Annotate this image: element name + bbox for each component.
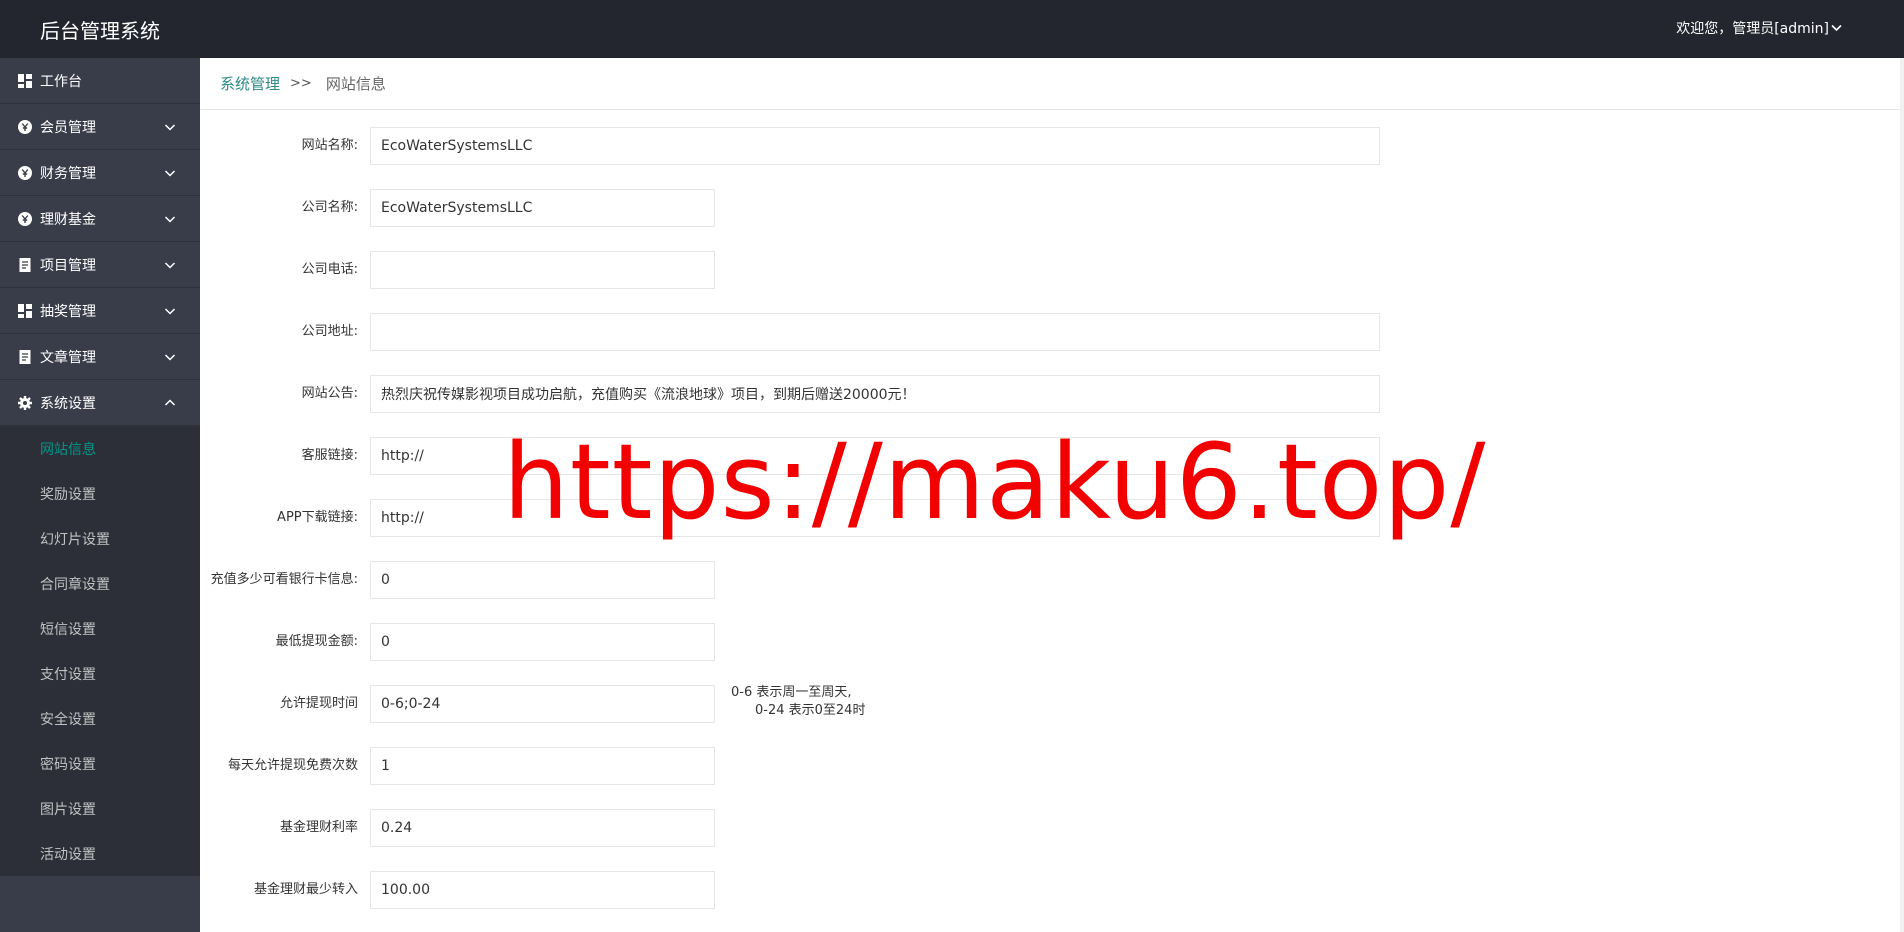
- sidebar-item-funds[interactable]: 理财基金: [0, 196, 200, 242]
- form-row-free-withdraw-count: 每天允许提现免费次数: [200, 746, 1904, 786]
- form-row-site-notice: 网站公告:: [200, 374, 1904, 414]
- yen-circle-icon: [18, 211, 32, 226]
- sidebar-item-workbench[interactable]: 工作台: [0, 58, 200, 104]
- breadcrumb-separator: >>: [290, 76, 312, 91]
- app-download-input[interactable]: [370, 499, 1380, 537]
- submenu-item-security[interactable]: 安全设置: [0, 696, 200, 741]
- sidebar-item-label: 工作台: [40, 73, 82, 90]
- form-row-company-address: 公司地址:: [200, 312, 1904, 352]
- form-row-company-phone: 公司电话:: [200, 250, 1904, 290]
- withdraw-time-label: 允许提现时间: [279, 696, 358, 711]
- form-row-min-withdraw: 最低提现金额:: [200, 622, 1904, 662]
- form-row-site-name: 网站名称:: [200, 126, 1904, 166]
- user-menu[interactable]: 欢迎您，管理员[admin]: [1676, 18, 1842, 38]
- app-download-label: APP下载链接:: [277, 510, 358, 525]
- withdraw-time-hint-line1: 0-6 表示周一至周天,: [731, 685, 852, 700]
- dashboard-icon: [18, 73, 32, 88]
- company-address-label: 公司地址:: [301, 324, 358, 339]
- min-withdraw-label: 最低提现金额:: [275, 634, 358, 649]
- sidebar-item-finance[interactable]: 财务管理: [0, 150, 200, 196]
- company-name-input[interactable]: [370, 189, 715, 227]
- sidebar-item-system-settings[interactable]: 系统设置: [0, 380, 200, 426]
- submenu-item-payment[interactable]: 支付设置: [0, 651, 200, 696]
- company-name-label: 公司名称:: [301, 200, 358, 215]
- sidebar-item-lottery[interactable]: 抽奖管理: [0, 288, 200, 334]
- company-phone-label: 公司电话:: [301, 262, 358, 277]
- support-link-input[interactable]: [370, 437, 1380, 475]
- site-notice-input[interactable]: [370, 375, 1380, 413]
- breadcrumb: 系统管理 >> 网站信息: [200, 58, 1904, 110]
- submenu-item-sms[interactable]: 短信设置: [0, 606, 200, 651]
- gear-icon: [18, 395, 32, 410]
- system-settings-submenu: 网站信息 奖励设置 幻灯片设置 合同章设置 短信设置 支付设置 安全设置 密码设…: [0, 426, 200, 876]
- chevron-down-icon: [164, 121, 176, 133]
- sidebar-item-label: 系统设置: [40, 395, 96, 412]
- yen-circle-icon: [18, 119, 32, 134]
- company-phone-input[interactable]: [370, 251, 715, 289]
- form-row-fund-min-deposit: 基金理财最少转入: [200, 870, 1904, 910]
- sidebar-item-articles[interactable]: 文章管理: [0, 334, 200, 380]
- site-name-label: 网站名称:: [301, 138, 358, 153]
- form-row-fund-rate: 基金理财利率: [200, 808, 1904, 848]
- scrollbar-track[interactable]: [1900, 58, 1904, 932]
- chevron-down-icon: [1831, 22, 1842, 35]
- chevron-down-icon: [164, 351, 176, 363]
- site-info-form: 网站名称: 公司名称: 公司电话: 公司地址: 网站公告: 客服链接: APP下…: [200, 110, 1904, 910]
- sidebar-item-label: 抽奖管理: [40, 303, 96, 320]
- withdraw-time-input[interactable]: [370, 685, 715, 723]
- sidebar-item-label: 财务管理: [40, 165, 96, 182]
- chevron-down-icon: [164, 259, 176, 271]
- form-row-company-name: 公司名称:: [200, 188, 1904, 228]
- form-row-support-link: 客服链接:: [200, 436, 1904, 476]
- site-name-input[interactable]: [370, 127, 1380, 165]
- submenu-item-contract-seal[interactable]: 合同章设置: [0, 561, 200, 606]
- yen-circle-icon: [18, 165, 32, 180]
- top-header: 后台管理系统 欢迎您，管理员[admin]: [0, 0, 1904, 58]
- submenu-item-rewards[interactable]: 奖励设置: [0, 471, 200, 516]
- form-row-app-download: APP下载链接:: [200, 498, 1904, 538]
- chevron-down-icon: [164, 167, 176, 179]
- breadcrumb-current: 网站信息: [325, 75, 386, 93]
- fund-rate-input[interactable]: [370, 809, 715, 847]
- free-withdraw-count-label: 每天允许提现免费次数: [227, 758, 358, 773]
- sidebar-item-label: 文章管理: [40, 349, 96, 366]
- chevron-down-icon: [164, 213, 176, 225]
- min-withdraw-input[interactable]: [370, 623, 715, 661]
- site-notice-label: 网站公告:: [301, 386, 358, 401]
- chevron-up-icon: [164, 397, 176, 409]
- user-greeting: 欢迎您，管理员[admin]: [1676, 21, 1829, 37]
- fund-min-deposit-label: 基金理财最少转入: [253, 882, 358, 897]
- bank-card-threshold-input[interactable]: [370, 561, 715, 599]
- form-row-withdraw-time: 允许提现时间 0-6 表示周一至周天, 0-24 表示0至24时: [200, 684, 1904, 724]
- fund-min-deposit-input[interactable]: [370, 871, 715, 909]
- document-icon: [18, 257, 32, 272]
- free-withdraw-count-input[interactable]: [370, 747, 715, 785]
- sidebar-item-label: 理财基金: [40, 211, 96, 228]
- dashboard-icon: [18, 303, 32, 318]
- sidebar-item-projects[interactable]: 项目管理: [0, 242, 200, 288]
- form-row-bank-card-threshold: 充值多少可看银行卡信息:: [200, 560, 1904, 600]
- fund-rate-label: 基金理财利率: [279, 820, 358, 835]
- chevron-down-icon: [164, 305, 176, 317]
- submenu-item-images[interactable]: 图片设置: [0, 786, 200, 831]
- sidebar-item-label: 会员管理: [40, 119, 96, 136]
- app-title: 后台管理系统: [40, 19, 160, 43]
- submenu-item-password[interactable]: 密码设置: [0, 741, 200, 786]
- submenu-item-activity[interactable]: 活动设置: [0, 831, 200, 876]
- submenu-item-slides[interactable]: 幻灯片设置: [0, 516, 200, 561]
- company-address-input[interactable]: [370, 313, 1380, 351]
- sidebar-item-members[interactable]: 会员管理: [0, 104, 200, 150]
- sidebar: 工作台 会员管理 财务管理 理财基金 项目管理 抽奖管理 文章管理 系统设置 网…: [0, 58, 200, 932]
- withdraw-time-hint-line2: 0-24 表示0至24时: [755, 703, 866, 718]
- bank-card-threshold-label: 充值多少可看银行卡信息:: [210, 572, 358, 587]
- withdraw-time-hint: 0-6 表示周一至周天, 0-24 表示0至24时: [731, 684, 865, 720]
- breadcrumb-parent-link[interactable]: 系统管理: [220, 73, 280, 94]
- submenu-item-site-info[interactable]: 网站信息: [0, 426, 200, 471]
- support-link-label: 客服链接:: [301, 448, 358, 463]
- document-icon: [18, 349, 32, 364]
- sidebar-item-label: 项目管理: [40, 257, 96, 274]
- main-content: 系统管理 >> 网站信息 网站名称: 公司名称: 公司电话: 公司地址: 网站公…: [200, 58, 1904, 932]
